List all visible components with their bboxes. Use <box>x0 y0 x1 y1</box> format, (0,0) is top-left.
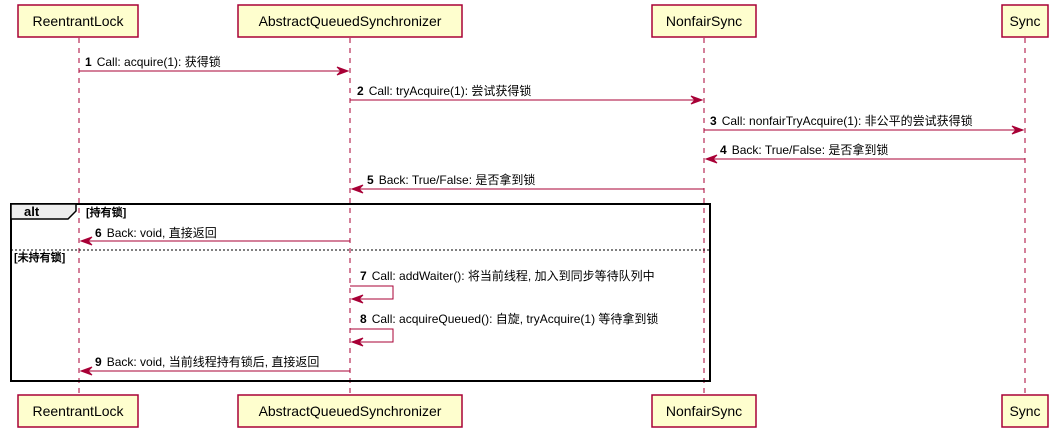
message-5: 5 Back: True/False: 是否拿到锁 <box>350 172 704 194</box>
alt-guard-not-held: [未持有锁] <box>14 250 66 264</box>
participant-aqs-top[interactable]: AbstractQueuedSynchronizer <box>237 4 463 38</box>
participant-nonfairsync-top[interactable]: NonfairSync <box>651 4 757 38</box>
message-number: 4 <box>720 143 727 157</box>
message-text: Call: acquire(1): 获得锁 <box>97 54 221 69</box>
participant-label: Sync <box>1009 13 1040 29</box>
message-number: 1 <box>85 55 92 69</box>
svg-text:8Call: acquireQueued(): 自旋, tr: 8 Call: acquireQueued(): 自旋, tryAcquire(1… <box>360 311 658 326</box>
message-6: 6 Back: void, 直接返回 <box>79 225 350 246</box>
message-number: 5 <box>367 173 374 187</box>
participant-label: AbstractQueuedSynchronizer <box>259 13 442 29</box>
message-4: 4 Back: True/False: 是否拿到锁 <box>704 142 1025 164</box>
message-text: Back: True/False: 是否拿到锁 <box>732 142 889 157</box>
participant-label: NonfairSync <box>666 13 742 29</box>
participant-reentrantlock-top[interactable]: ReentrantLock <box>17 4 139 38</box>
message-number: 8 <box>360 312 367 326</box>
message-1: 1 Call: acquire(1): 获得锁 <box>79 54 350 76</box>
participant-sync-bottom[interactable]: Sync <box>1001 394 1049 428</box>
participant-sync-top[interactable]: Sync <box>1001 4 1049 38</box>
message-text: Back: True/False: 是否拿到锁 <box>379 172 536 187</box>
message-8: 8 Call: acquireQueued(): 自旋, tryAcquire(1… <box>350 311 658 347</box>
participant-label: Sync <box>1009 403 1040 419</box>
svg-text:7Call: addWaiter(): 将当前线程, 加入到: 7 Call: addWaiter(): 将当前线程, 加入到同步等待队列中 <box>360 268 655 283</box>
sequence-diagram: alt [持有锁] [未持有锁] ReentrantLock AbstractQ… <box>10 4 1049 428</box>
message-number: 2 <box>357 84 364 98</box>
message-number: 7 <box>360 269 367 283</box>
message-text: Back: void, 直接返回 <box>107 225 217 240</box>
message-text: Call: acquireQueued(): 自旋, tryAcquire(1)… <box>372 311 659 326</box>
alt-tab <box>10 203 77 220</box>
message-number: 3 <box>710 114 717 128</box>
participant-aqs-bottom[interactable]: AbstractQueuedSynchronizer <box>237 394 463 428</box>
svg-text:1Call: acquire(1): 获得锁: 1 Call: acquire(1): 获得锁 <box>85 54 221 69</box>
participant-reentrantlock-bottom[interactable]: ReentrantLock <box>17 394 139 428</box>
participant-label: NonfairSync <box>666 403 742 419</box>
message-2: 2 Call: tryAcquire(1): 尝试获得锁 <box>350 83 704 105</box>
svg-text:4Back: True/False: 是否拿到锁: 4 Back: True/False: 是否拿到锁 <box>720 142 888 157</box>
svg-text:5Back: True/False: 是否拿到锁: 5 Back: True/False: 是否拿到锁 <box>367 172 535 187</box>
alt-guard-held: [持有锁] <box>86 205 127 219</box>
participant-label: ReentrantLock <box>32 403 124 419</box>
participant-nonfairsync-bottom[interactable]: NonfairSync <box>651 394 757 428</box>
participant-label: AbstractQueuedSynchronizer <box>259 403 442 419</box>
message-text: Back: void, 当前线程持有锁后, 直接返回 <box>107 354 320 369</box>
svg-text:3Call: nonfairTryAcquire(1): 非: 3 Call: nonfairTryAcquire(1): 非公平的尝试获得锁 <box>710 113 973 128</box>
message-text: Call: tryAcquire(1): 尝试获得锁 <box>369 83 532 98</box>
message-9: 9 Back: void, 当前线程持有锁后, 直接返回 <box>79 354 350 376</box>
svg-text:2Call: tryAcquire(1): 尝试获得锁: 2 Call: tryAcquire(1): 尝试获得锁 <box>357 83 531 98</box>
message-7: 7 Call: addWaiter(): 将当前线程, 加入到同步等待队列中 <box>350 268 655 304</box>
svg-text:9Back: void, 当前线程持有锁后, 直接返回: 9 Back: void, 当前线程持有锁后, 直接返回 <box>95 354 319 369</box>
svg-text:6Back: void, 直接返回: 6 Back: void, 直接返回 <box>95 225 217 240</box>
alt-label: alt <box>24 204 40 219</box>
message-number: 6 <box>95 226 102 240</box>
message-text: Call: addWaiter(): 将当前线程, 加入到同步等待队列中 <box>372 268 655 283</box>
message-number: 9 <box>95 355 102 369</box>
message-text: Call: nonfairTryAcquire(1): 非公平的尝试获得锁 <box>722 113 973 128</box>
message-3: 3 Call: nonfairTryAcquire(1): 非公平的尝试获得锁 <box>704 113 1025 135</box>
participant-label: ReentrantLock <box>32 13 124 29</box>
